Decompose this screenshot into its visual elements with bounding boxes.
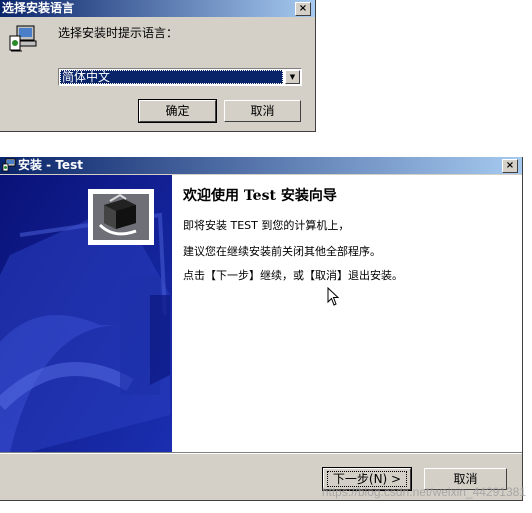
- ok-button[interactable]: 确定: [138, 99, 217, 123]
- language-dialog-titlebar[interactable]: 选择安装语言: [0, 0, 315, 17]
- close-programs-text: 建议您在继续安装前关闭其他全部程序。: [183, 245, 381, 258]
- setup-titlebar-icon: [2, 158, 16, 172]
- setup-computer-icon: [8, 24, 38, 54]
- wizard-close-button[interactable]: ×: [502, 159, 518, 173]
- language-select[interactable]: 简体中文 ▼: [58, 68, 302, 86]
- button-area-separator-highlight: [0, 453, 522, 454]
- mouse-cursor-icon: [327, 286, 341, 307]
- language-selected-value[interactable]: 简体中文: [60, 70, 283, 84]
- cancel-button[interactable]: 取消: [224, 100, 301, 122]
- wizard-titlebar[interactable]: 安装 - Test: [0, 157, 522, 174]
- wizard-side-banner: [0, 175, 172, 452]
- setup-wizard-window: 安装 - Test _ □ ×: [0, 157, 523, 501]
- dropdown-arrow-icon[interactable]: ▼: [285, 70, 300, 84]
- language-dialog: 选择安装语言 × 选择安装时提示语言： 简体中文 ▼ 确定 取消: [0, 0, 316, 132]
- install-info-text: 即将安装 TEST 到您的计算机上，: [183, 219, 350, 232]
- language-dialog-close-button[interactable]: ×: [295, 2, 311, 16]
- welcome-heading: 欢迎使用 Test 安装向导: [183, 188, 337, 204]
- wizard-box-icon: [88, 189, 154, 245]
- language-dialog-title: 选择安装语言: [2, 1, 75, 15]
- instructions-text: 点击【下一步】继续，或【取消】退出安装。: [183, 269, 403, 282]
- wizard-content: 欢迎使用 Test 安装向导 即将安装 TEST 到您的计算机上， 建议您在继续…: [172, 175, 522, 452]
- watermark-text: https://blog.csdn.net/weixin_44291381: [321, 485, 526, 499]
- wizard-title: 安装 - Test: [18, 158, 83, 172]
- language-prompt: 选择安装时提示语言：: [58, 26, 179, 40]
